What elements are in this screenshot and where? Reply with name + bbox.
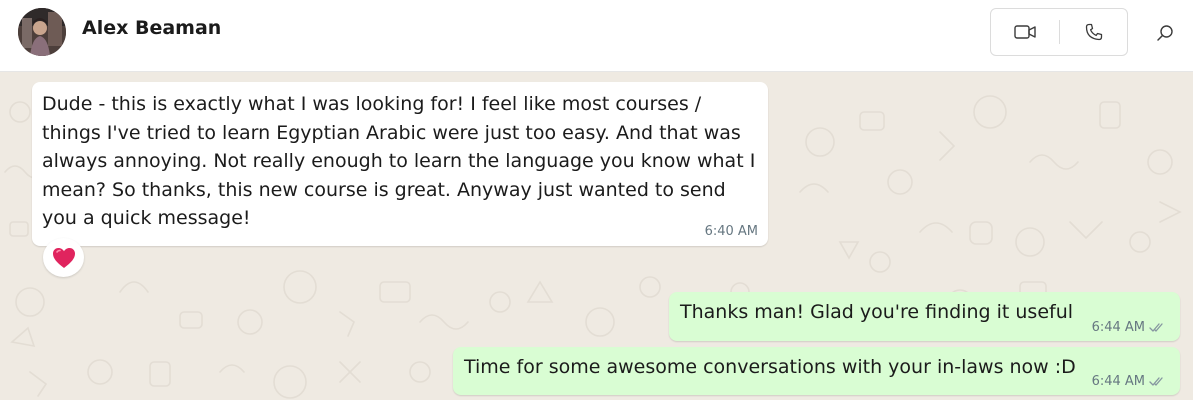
red-heart-icon — [52, 247, 75, 268]
contact-avatar[interactable] — [18, 8, 66, 56]
message-reaction[interactable] — [43, 238, 84, 277]
voice-call-button[interactable] — [1060, 9, 1128, 55]
double-check-icon — [1149, 323, 1163, 332]
chat-header: Alex Beaman — [0, 0, 1193, 72]
double-check-icon — [1149, 377, 1163, 386]
incoming-message[interactable]: Dude - this is exactly what I was lookin… — [32, 82, 768, 246]
avatar-image — [18, 8, 66, 56]
message-text: Dude - this is exactly what I was lookin… — [42, 93, 756, 229]
search-button[interactable] — [1150, 18, 1180, 48]
chat-area[interactable]: Dude - this is exactly what I was lookin… — [0, 72, 1193, 400]
search-icon — [1157, 25, 1173, 41]
call-button-group — [990, 8, 1128, 56]
message-text: Time for some awesome conversations with… — [464, 356, 1076, 378]
phone-icon — [1085, 23, 1103, 41]
message-time: 6:44 AM — [1092, 374, 1166, 389]
message-time: 6:44 AM — [1092, 320, 1166, 335]
video-camera-icon — [1014, 25, 1036, 39]
message-text: Thanks man! Glad you're finding it usefu… — [680, 301, 1074, 323]
message-time-text: 6:44 AM — [1091, 320, 1145, 335]
contact-name[interactable]: Alex Beaman — [82, 17, 221, 39]
message-time-text: 6:44 AM — [1091, 374, 1145, 389]
message-time-text: 6:40 AM — [704, 224, 758, 239]
outgoing-message[interactable]: Time for some awesome conversations with… — [453, 347, 1180, 395]
video-call-button[interactable] — [991, 9, 1059, 55]
message-time: 6:40 AM — [705, 224, 758, 239]
outgoing-message[interactable]: Thanks man! Glad you're finding it usefu… — [669, 292, 1180, 341]
